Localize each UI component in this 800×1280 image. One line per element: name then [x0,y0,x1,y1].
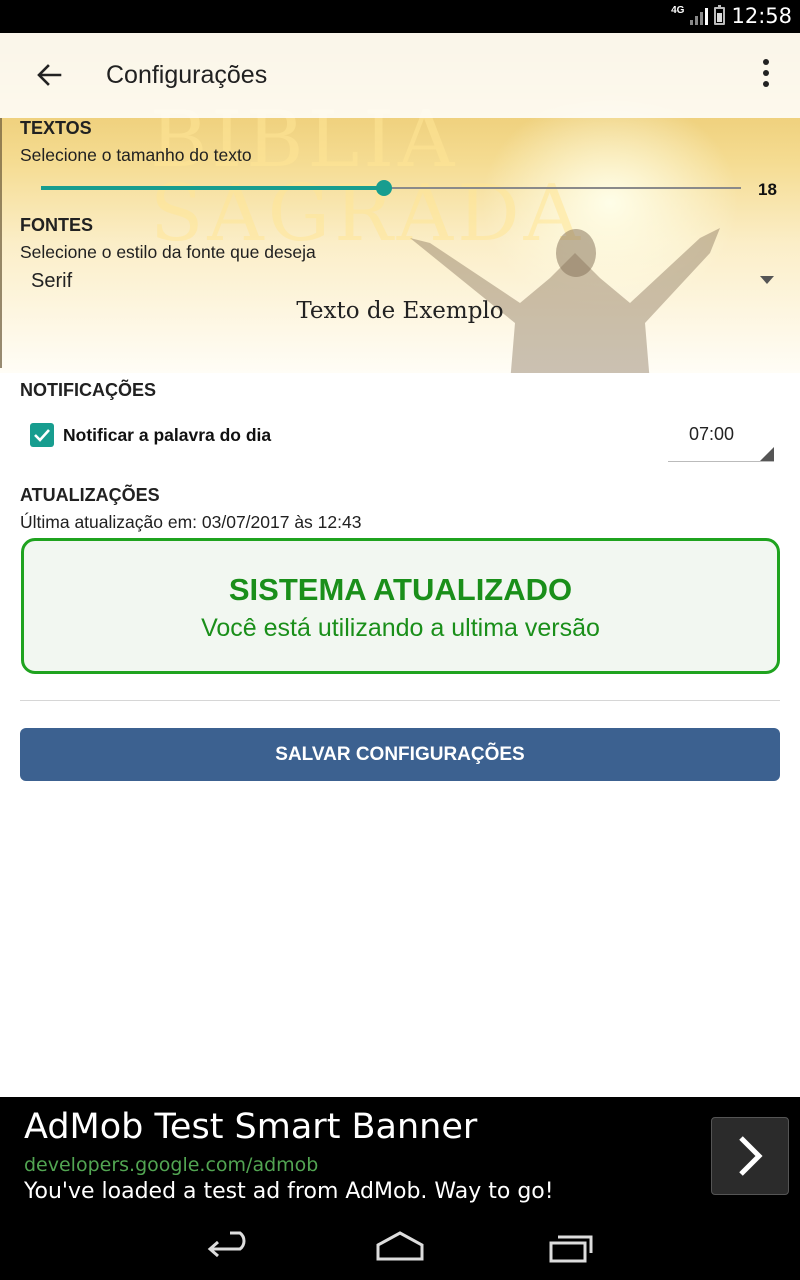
ad-open-button[interactable] [711,1117,789,1195]
notify-daily-word-label[interactable]: Notificar a palavra do dia [63,425,271,446]
status-bar: 4G 12:58 [0,0,800,33]
ad-url: developers.google.com/admob [24,1154,319,1176]
navigation-bar [0,1215,800,1280]
notification-time-picker[interactable]: 07:00 [668,420,776,462]
last-update-text: Última atualização em: 03/07/2017 às 12:… [20,512,362,532]
left-edge-line [0,118,2,368]
network-type-label: 4G [671,4,685,16]
font-style-dropdown[interactable]: Serif [20,264,780,298]
texts-section-subtitle: Selecione o tamanho do texto [20,145,252,165]
ad-text: You've loaded a test ad from AdMob. Way … [24,1179,554,1204]
divider [20,700,780,701]
update-status-title: SISTEMA ATUALIZADO [228,572,573,607]
slider-thumb[interactable] [376,180,392,196]
save-settings-button[interactable]: SALVAR CONFIGURAÇÕES [20,728,780,781]
ad-banner[interactable]: AdMob Test Smart Banner developers.googl… [0,1097,800,1215]
fonts-section-subtitle: Selecione o estilo da fonte que deseja [20,242,316,262]
signal-icon [690,7,709,25]
font-style-value: Serif [31,270,73,292]
nav-home-icon[interactable] [370,1229,430,1265]
slider-fill [41,186,384,190]
app-bar: Configurações [0,33,800,118]
font-sample-text: Texto de Exemplo [296,298,504,324]
notification-time-value: 07:00 [689,424,735,444]
arrow-back-icon[interactable] [32,58,66,92]
dropdown-caret-icon [760,276,774,284]
updates-section-title: ATUALIZAÇÕES [20,485,160,505]
notifications-section-title: NOTIFICAÇÕES [20,380,157,400]
more-vert-icon[interactable] [760,59,772,93]
nav-recent-icon[interactable] [543,1229,603,1265]
text-size-value: 18 [758,180,777,199]
text-size-slider[interactable] [41,179,741,197]
notify-daily-word-checkbox[interactable] [30,423,54,447]
fonts-section-title: FONTES [20,215,94,235]
status-icons: 4G 12:58 [671,4,792,28]
battery-icon [714,5,726,25]
spinner-corner-icon [760,447,774,461]
checkmark-icon [34,429,50,442]
chevron-right-icon [739,1136,763,1176]
nav-back-icon[interactable] [200,1229,260,1265]
update-status-box: SISTEMA ATUALIZADO Você está utilizando … [21,538,780,674]
time-picker-underline [668,461,774,462]
ad-title: AdMob Test Smart Banner [24,1107,478,1147]
texts-section-title: TEXTOS [20,118,92,138]
page-title: Configurações [106,61,268,89]
update-status-message: Você está utilizando a ultima versão [201,614,600,642]
status-clock: 12:58 [731,4,792,28]
